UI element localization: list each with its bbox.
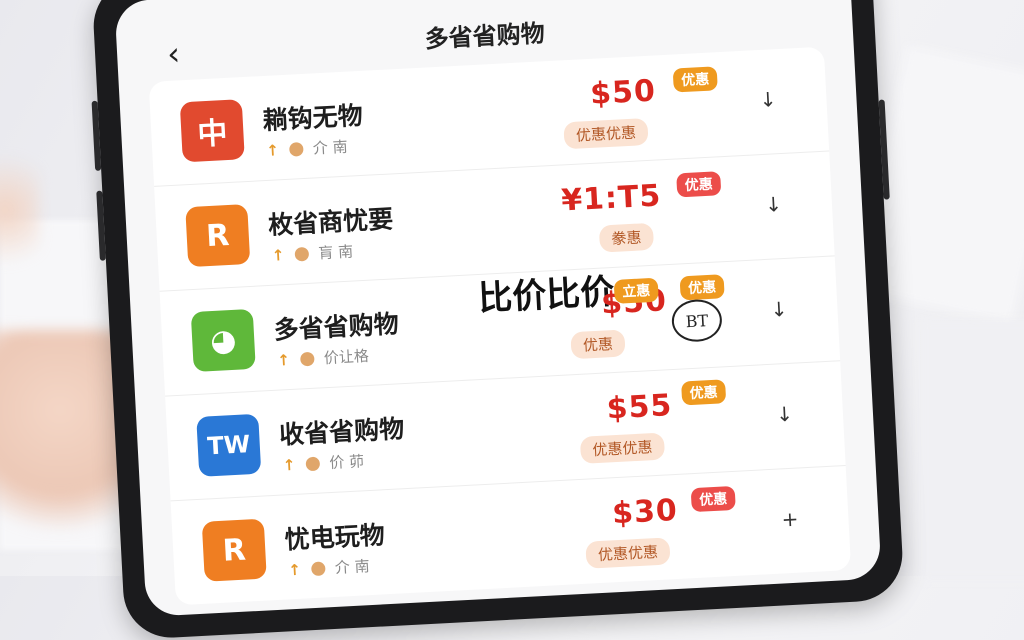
item-sub-text: 介 南 bbox=[334, 557, 371, 577]
discount-badge: 优惠 bbox=[676, 171, 722, 198]
item-name: 收省省购物 bbox=[278, 414, 405, 450]
discount-pill: 优惠优惠 bbox=[579, 432, 666, 464]
discount-badge: 优惠 bbox=[681, 379, 727, 406]
discount-badge: 优惠 bbox=[672, 66, 718, 93]
app-logo-icon: TW bbox=[196, 413, 262, 477]
arrow-up-icon: ↑ bbox=[287, 560, 302, 579]
discount-badge: 优惠 bbox=[690, 485, 736, 513]
item-subtitle: ↑ 肓 南 bbox=[271, 241, 353, 266]
item-price: ¥1:T5 bbox=[560, 178, 663, 219]
app-logo-icon: 中 bbox=[179, 99, 245, 163]
item-subtitle: ↑ 介 南 bbox=[266, 136, 348, 161]
phone-screen: ‹ 多省省购物 中 耥钩无物 ↑ 介 南 $50 优惠 优惠优惠 ↓ R 枚省商… bbox=[114, 0, 882, 617]
arrow-down-icon[interactable]: ↓ bbox=[776, 402, 794, 427]
arrow-up-icon: ↑ bbox=[276, 350, 291, 370]
discount-badge: 优惠 bbox=[679, 274, 725, 301]
item-name: 忧电玩物 bbox=[284, 520, 386, 555]
discount-pill: 优惠优惠 bbox=[563, 117, 649, 150]
item-subtitle: ↑ 价 茆 bbox=[282, 450, 364, 475]
stamp-mark: BT bbox=[670, 298, 723, 343]
phone-device: ‹ 多省省购物 中 耥钩无物 ↑ 介 南 $50 优惠 优惠优惠 ↓ R 枚省商… bbox=[91, 0, 905, 640]
panda-logo-icon: ◕ bbox=[190, 308, 256, 373]
discount-pill: 豢惠 bbox=[598, 222, 655, 253]
coin-icon bbox=[294, 246, 309, 262]
item-subtitle: ↑ 价让格 bbox=[277, 345, 370, 371]
arrow-down-icon[interactable]: ↓ bbox=[759, 87, 777, 112]
item-name: 多省省购物 bbox=[273, 309, 400, 345]
coin-icon bbox=[288, 141, 304, 157]
app-logo-icon: R bbox=[201, 518, 267, 582]
item-price: $55 bbox=[605, 388, 674, 427]
coin-icon bbox=[305, 456, 320, 471]
arrow-up-icon: ↑ bbox=[265, 140, 280, 160]
item-subtitle: ↑ 介 南 bbox=[288, 555, 370, 580]
item-sub-text: 介 南 bbox=[312, 137, 349, 158]
background-paper bbox=[920, 320, 1024, 580]
arrow-down-icon[interactable]: ↓ bbox=[765, 192, 783, 217]
discount-pill: 优惠优惠 bbox=[585, 537, 671, 569]
arrow-down-icon[interactable]: ↓ bbox=[770, 297, 788, 322]
coin-icon bbox=[299, 351, 315, 366]
item-name: 枚省商忧要 bbox=[267, 204, 394, 240]
volume-button bbox=[91, 100, 102, 171]
coin-icon bbox=[310, 560, 326, 576]
overlay-caption: 比价比价 bbox=[477, 271, 616, 320]
item-name: 耥钩无物 bbox=[262, 100, 364, 136]
discount-badge: 立惠 bbox=[613, 277, 659, 304]
discount-pill: 优惠 bbox=[570, 329, 626, 360]
item-price: $30 bbox=[611, 492, 679, 532]
item-price: $50 bbox=[589, 73, 657, 112]
item-sub-text: 肓 南 bbox=[317, 242, 354, 263]
item-sub-text: 价让格 bbox=[323, 346, 370, 368]
item-sub-text: 价 茆 bbox=[328, 452, 365, 473]
arrow-up-icon: ↑ bbox=[282, 455, 296, 474]
background-hand bbox=[0, 140, 40, 280]
app-logo-icon: R bbox=[185, 204, 251, 268]
plus-icon[interactable]: + bbox=[781, 507, 799, 532]
shop-list: 中 耥钩无物 ↑ 介 南 $50 优惠 优惠优惠 ↓ R 枚省商忧要 ↑ 肓 南… bbox=[148, 46, 852, 606]
arrow-up-icon: ↑ bbox=[271, 245, 285, 265]
